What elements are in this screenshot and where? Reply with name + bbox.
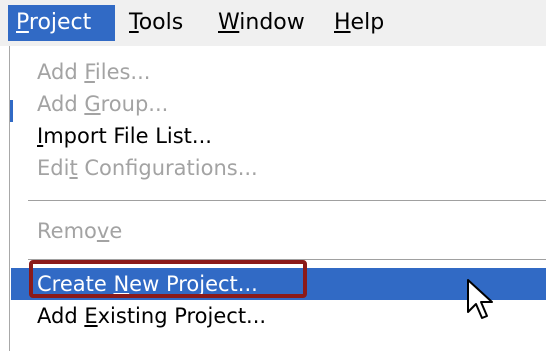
menu-item-label: Add Group... xyxy=(37,88,168,120)
menu-project-rest: roject xyxy=(28,10,92,35)
menu-help-mnemonic: H xyxy=(334,10,351,35)
label-rest: mport File List... xyxy=(43,124,212,148)
menu-item-label: Edit Configurations... xyxy=(37,152,258,184)
label-mnemonic: v xyxy=(96,219,110,243)
label-mnemonic: E xyxy=(84,304,98,328)
menu-project[interactable]: Project xyxy=(8,5,115,41)
label-pre: Edi xyxy=(37,156,70,180)
menu-item-label: Add Files... xyxy=(37,56,150,88)
menu-window-mnemonic: W xyxy=(218,10,240,35)
menu-help-rest: elp xyxy=(350,10,385,35)
menu-separator xyxy=(28,200,546,202)
menu-item-import-file-list[interactable]: Import File List... xyxy=(11,120,546,152)
label-rest: xisting Project... xyxy=(97,304,267,328)
label-mnemonic: t xyxy=(69,156,78,180)
menu-project-mnemonic: P xyxy=(16,10,29,35)
menu-item-label: Import File List... xyxy=(37,120,212,152)
menu-window[interactable]: Window xyxy=(218,5,305,41)
label-pre: Add xyxy=(37,60,85,84)
highlight-annotation-box xyxy=(29,260,307,298)
label-pre: Add xyxy=(37,92,85,116)
menu-tools-mnemonic: T xyxy=(129,10,139,35)
label-rest: Configurations... xyxy=(77,156,258,180)
menu-help[interactable]: Help xyxy=(334,5,384,41)
menu-item-add-group[interactable]: Add Group... xyxy=(11,88,546,120)
label-pre: Add xyxy=(37,304,85,328)
label-rest: roup... xyxy=(100,92,169,116)
mouse-pointer-arrow-icon xyxy=(467,279,493,319)
screen: Project Tools Window Help Add Files... A… xyxy=(0,0,546,351)
label-rest: e xyxy=(109,219,123,243)
label-rest: iles... xyxy=(94,60,151,84)
menu-tools-rest: ools xyxy=(138,10,184,35)
menu-project-pre xyxy=(8,10,16,35)
menu-item-add-files[interactable]: Add Files... xyxy=(11,56,546,88)
label-mnemonic: F xyxy=(84,60,95,84)
menu-item-remove[interactable]: Remove xyxy=(11,215,546,247)
menu-item-label: Remove xyxy=(37,215,122,247)
menu-window-rest: indow xyxy=(239,10,305,35)
menu-item-edit-configurations[interactable]: Edit Configurations... xyxy=(11,152,546,184)
menu-tools[interactable]: Tools xyxy=(129,5,183,41)
menu-bar: Project Tools Window Help xyxy=(0,0,546,46)
label-pre: Remo xyxy=(37,219,97,243)
menu-item-label: Add Existing Project... xyxy=(37,302,266,330)
label-mnemonic: G xyxy=(84,92,101,116)
